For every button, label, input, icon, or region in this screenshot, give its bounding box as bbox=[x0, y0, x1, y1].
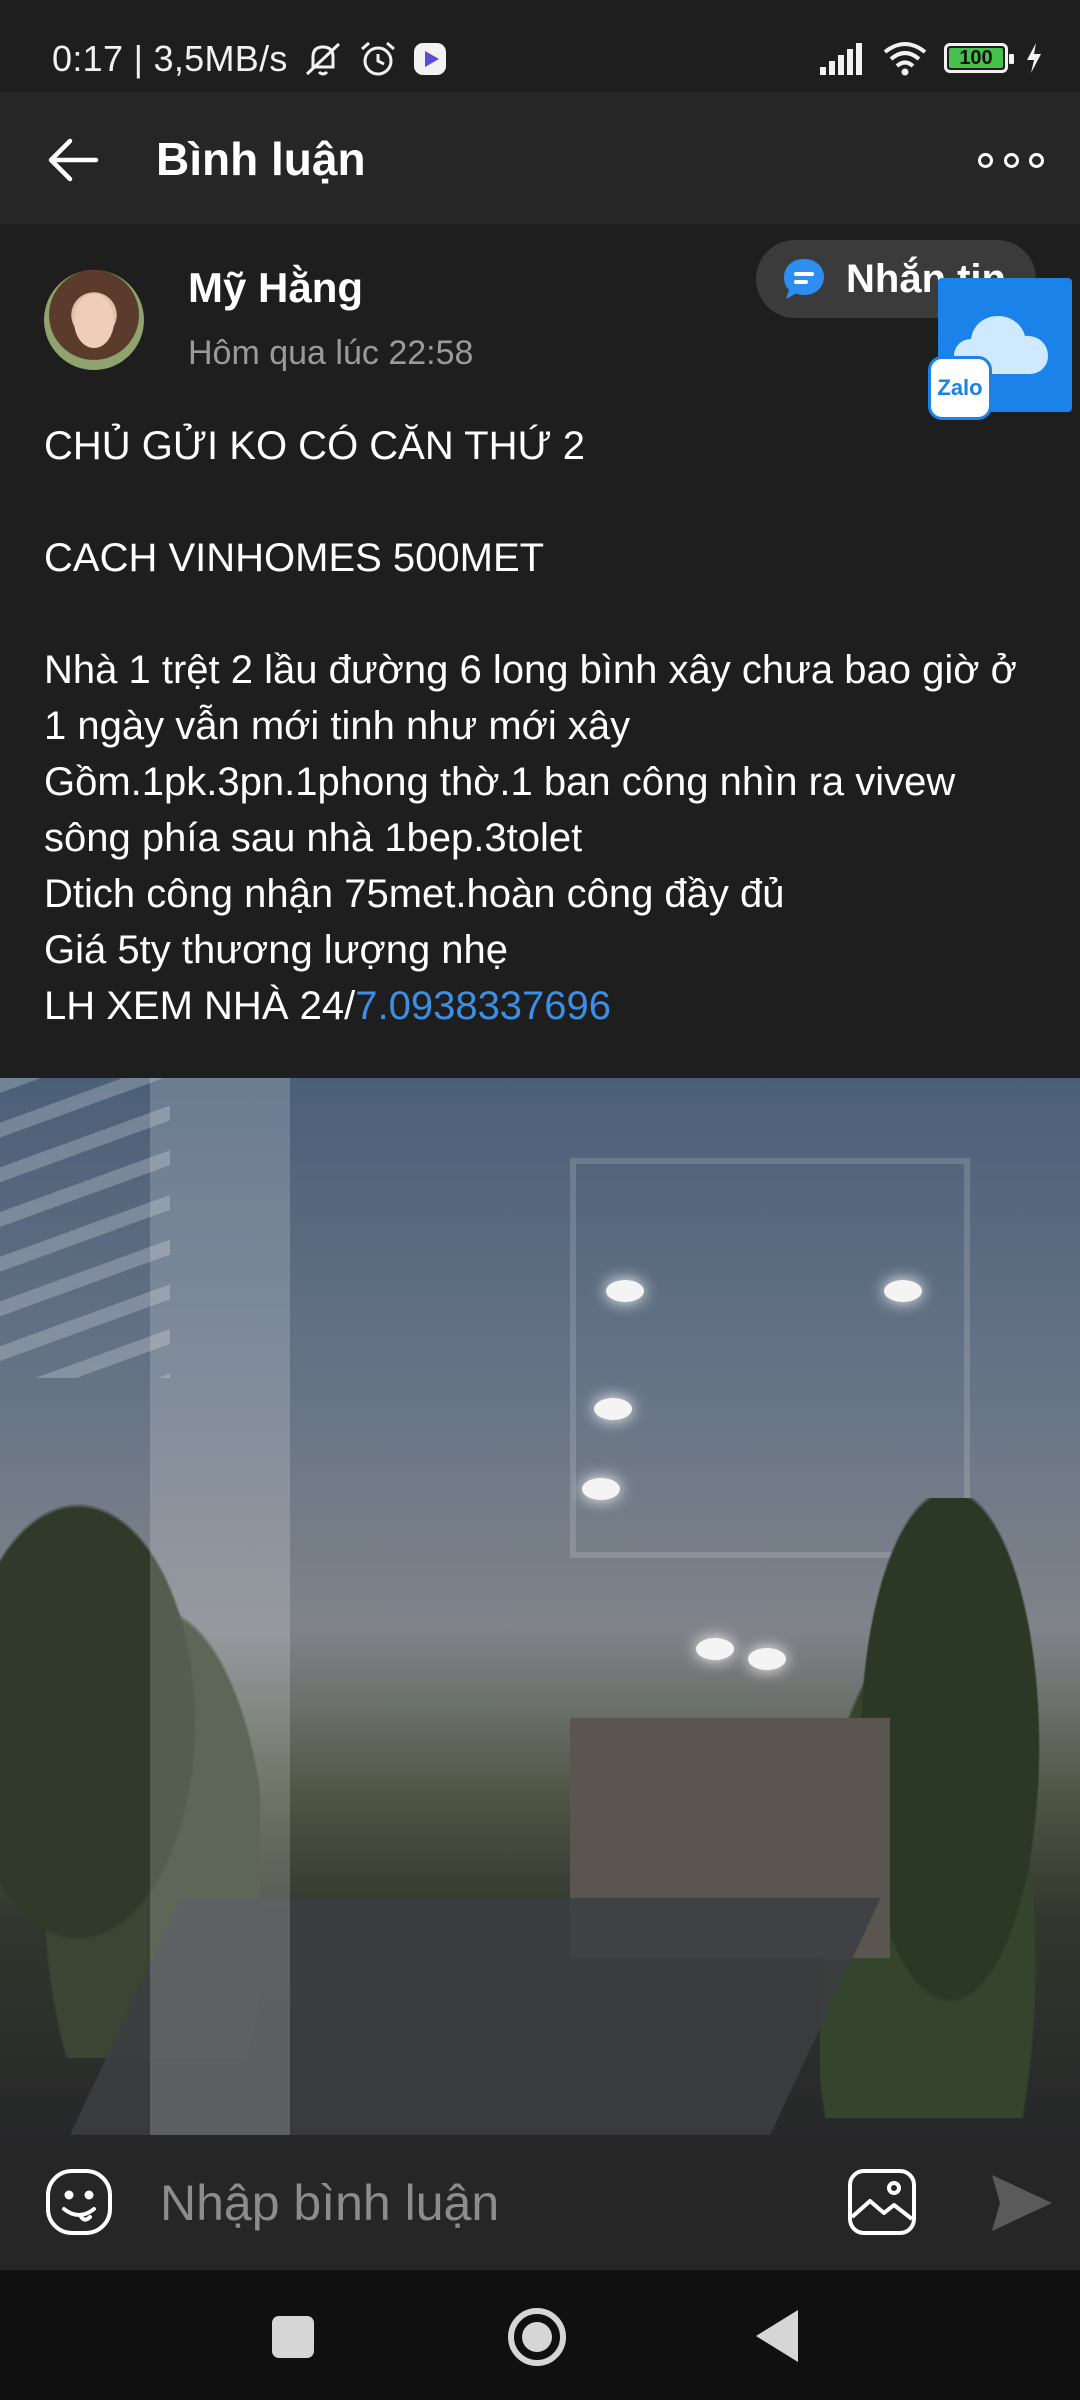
image-light bbox=[582, 1478, 620, 1500]
signal-icon bbox=[820, 43, 862, 75]
comment-input[interactable] bbox=[160, 2165, 800, 2241]
more-dot bbox=[1003, 152, 1019, 168]
image-light bbox=[594, 1398, 632, 1420]
image-stripes bbox=[0, 1078, 170, 1378]
zalo-icon: Zalo bbox=[928, 356, 992, 420]
chat-bubble-icon bbox=[784, 259, 824, 299]
recents-button[interactable] bbox=[272, 2316, 314, 2358]
avatar[interactable] bbox=[44, 270, 144, 370]
home-button[interactable] bbox=[508, 2308, 566, 2366]
more-dot bbox=[1029, 152, 1044, 168]
status-time-speed: 0:17 | 3,5MB/s bbox=[52, 38, 288, 79]
wifi-icon bbox=[883, 42, 927, 76]
app-icon bbox=[413, 43, 446, 75]
app-header: Bình luận bbox=[0, 92, 1080, 224]
more-dots-icon bbox=[978, 152, 993, 168]
charging-icon bbox=[1027, 43, 1041, 73]
zalo-label: Zalo bbox=[937, 375, 983, 400]
status-bar: 0:17 | 3,5MB/s 100 bbox=[0, 0, 1080, 92]
avatar-face bbox=[74, 294, 114, 348]
image-light bbox=[696, 1638, 734, 1660]
post: Mỹ Hằng Hôm qua lúc 22:58 Nhắn tin Zalo … bbox=[0, 224, 1080, 1078]
post-text: CHỦ GỬI KO CÓ CĂN THỨ 2 CACH VINHOMES 50… bbox=[44, 424, 1017, 1028]
arrow-left-icon[interactable] bbox=[44, 130, 104, 190]
status-left: 0:17 | 3,5MB/s bbox=[52, 38, 448, 80]
back-button[interactable] bbox=[756, 2310, 798, 2362]
alarm-icon bbox=[360, 41, 395, 76]
image-light bbox=[606, 1280, 644, 1302]
more-options-button[interactable] bbox=[978, 140, 1044, 180]
post-image[interactable] bbox=[0, 1078, 1080, 2135]
system-nav-bar bbox=[0, 2270, 1080, 2400]
emoji-icon[interactable] bbox=[44, 2167, 114, 2237]
post-timestamp: Hôm qua lúc 22:58 bbox=[188, 334, 474, 372]
page-title: Bình luận bbox=[156, 133, 366, 185]
status-right: 100 bbox=[818, 40, 1044, 76]
mute-bell-icon bbox=[305, 42, 340, 76]
send-icon[interactable] bbox=[986, 2171, 1056, 2235]
image-icon[interactable] bbox=[846, 2167, 918, 2237]
image-pillar bbox=[150, 1078, 290, 2135]
image-light bbox=[748, 1648, 786, 1670]
comment-bar bbox=[0, 2135, 1080, 2270]
battery-level: 100 bbox=[959, 46, 993, 69]
phone-link[interactable]: 7.0938337696 bbox=[355, 984, 611, 1028]
image-light bbox=[884, 1280, 922, 1302]
battery-icon: 100 bbox=[944, 43, 1014, 73]
post-body: CHỦ GỬI KO CÓ CĂN THỨ 2 CACH VINHOMES 50… bbox=[44, 418, 1044, 1034]
author-name[interactable]: Mỹ Hằng bbox=[188, 264, 363, 312]
